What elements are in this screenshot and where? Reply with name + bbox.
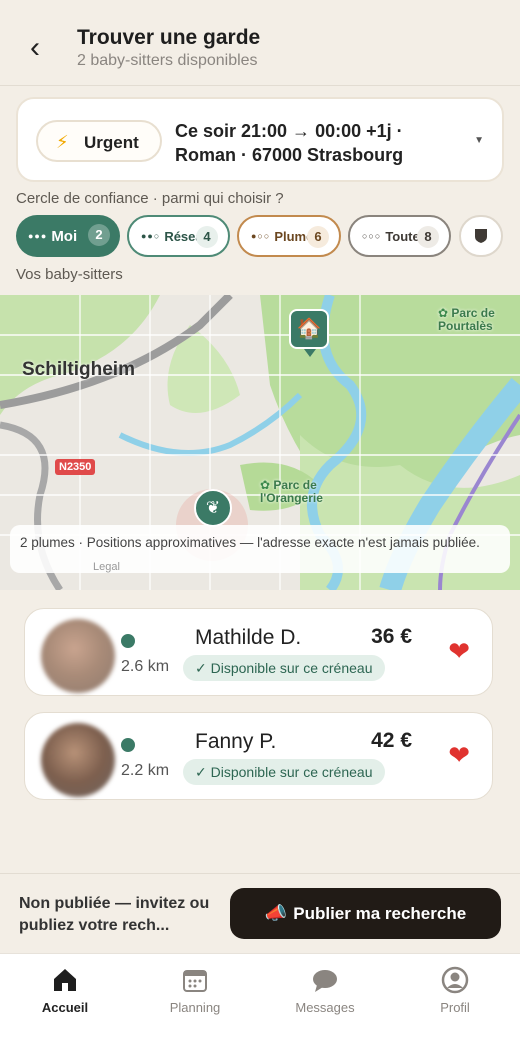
- dots-icon: ●●●: [28, 231, 48, 241]
- shield-icon: [475, 229, 487, 243]
- tree-icon: ✿: [438, 306, 452, 320]
- search-time: Ce soir 21:00 → 00:00 +1j ·: [175, 121, 403, 141]
- filter-chip-shield[interactable]: [459, 215, 503, 257]
- park-label-pourtales: ✿ Parc de Pourtalès: [438, 307, 495, 333]
- chip-count: 4: [196, 226, 218, 248]
- home-icon: [54, 969, 76, 991]
- filter-chip-toutes[interactable]: ○○○ Toutes 8: [348, 215, 451, 257]
- publish-button-label: Publier ma recherche: [293, 903, 467, 923]
- dots-icon: ●●○: [141, 231, 161, 241]
- sitter-name: Fanny P.: [195, 730, 277, 753]
- urgent-button[interactable]: ⚡ Urgent: [36, 120, 162, 162]
- map-view[interactable]: Schiltigheim N2350 ✿ Parc de Pourtalès ✿…: [0, 295, 520, 590]
- map-legal-link[interactable]: Legal: [93, 561, 120, 573]
- sitter-price: 36 €: [371, 625, 412, 648]
- leaf-pin-icon[interactable]: ❦: [194, 489, 232, 527]
- online-status-dot: [121, 634, 135, 648]
- map-privacy-note: 2 plumes · Positions approximatives — l'…: [10, 525, 510, 573]
- back-chevron-icon[interactable]: ‹: [30, 33, 54, 64]
- trust-circle-filters: ●●● Moi 2 ●●○ Réseau 4 ●○○ Plume 6 ○○○ T…: [16, 215, 520, 259]
- avatar: [41, 619, 115, 693]
- urgent-label: Urgent: [84, 133, 139, 152]
- heart-icon[interactable]: ❤: [448, 740, 470, 771]
- sitter-distance: 2.6 km: [121, 658, 170, 675]
- search-when-where: Ce soir 21:00 → 00:00 +1j · Roman · 6700…: [175, 119, 465, 167]
- sitter-card[interactable]: Mathilde D. 36 € 2.6 km ✓ Disponible sur…: [24, 608, 493, 696]
- road-badge: N2350: [55, 459, 96, 475]
- availability-badge: ✓ Disponible sur ce créneau: [183, 655, 385, 681]
- sitter-list: Mathilde D. 36 € 2.6 km ✓ Disponible sur…: [0, 590, 520, 875]
- chip-count: 2: [88, 224, 110, 246]
- avatar: [41, 723, 115, 797]
- tab-label: Messages: [295, 1000, 355, 1015]
- filter-chip-moi[interactable]: ●●● Moi 2: [16, 215, 120, 257]
- chip-label: Moi: [51, 227, 78, 245]
- tab-profil[interactable]: Profil: [400, 966, 510, 1015]
- trust-circle-label: Cercle de confiance · parmi qui choisir …: [16, 190, 284, 207]
- dots-icon: ●○○: [251, 231, 271, 241]
- chat-icon: [313, 970, 337, 992]
- chip-count: 6: [307, 226, 329, 248]
- sitters-section-label: Vos baby-sitters: [16, 266, 123, 283]
- lightning-icon: ⚡: [56, 132, 69, 152]
- filter-chip-reseau[interactable]: ●●○ Réseau 4: [127, 215, 230, 257]
- publish-bar: Non publiée — invitez ou publiez votre r…: [0, 873, 520, 953]
- home-pin-icon[interactable]: 🏠: [289, 309, 329, 357]
- header: ‹ Trouver une garde 2 baby-sitters dispo…: [0, 0, 520, 86]
- heart-icon[interactable]: ❤: [448, 636, 470, 667]
- page-subtitle: 2 baby-sitters disponibles: [77, 52, 258, 69]
- online-status-dot: [121, 738, 135, 752]
- publish-search-button[interactable]: 📣 Publier ma recherche: [230, 888, 501, 939]
- tab-label: Profil: [440, 1000, 470, 1015]
- tab-label: Planning: [169, 1000, 221, 1015]
- dots-icon: ○○○: [362, 231, 382, 241]
- tab-label: Accueil: [41, 1000, 89, 1015]
- availability-badge: ✓ Disponible sur ce créneau: [183, 759, 385, 785]
- dropdown-caret-icon[interactable]: ▼: [474, 135, 484, 146]
- park-label-orangerie: ✿ Parc de l'Orangerie: [260, 479, 323, 505]
- page-title: Trouver une garde: [77, 26, 261, 49]
- search-summary-card[interactable]: ⚡ Urgent Ce soir 21:00 → 00:00 +1j · Rom…: [16, 97, 504, 182]
- tree-icon: ✿: [260, 478, 274, 492]
- search-location: Roman · 67000 Strasbourg: [175, 145, 404, 165]
- publish-status-text: Non publiée — invitez ou publiez votre r…: [19, 895, 210, 934]
- tab-messages[interactable]: Messages: [270, 966, 380, 1015]
- chip-count: 8: [417, 226, 439, 248]
- tab-planning[interactable]: Planning: [140, 966, 250, 1015]
- sitter-name: Mathilde D.: [195, 626, 302, 649]
- megaphone-icon: 📣: [264, 903, 288, 923]
- map-city-label: Schiltigheim: [22, 359, 135, 380]
- bottom-tab-bar: Accueil Planning Messages Profil: [0, 953, 520, 1061]
- calendar-icon: [183, 970, 207, 992]
- sitter-price: 42 €: [371, 729, 412, 752]
- sitter-card[interactable]: Fanny P. 42 € 2.2 km ✓ Disponible sur ce…: [24, 712, 493, 800]
- sitter-distance: 2.2 km: [121, 762, 170, 779]
- user-icon: [441, 966, 469, 994]
- filter-chip-plume[interactable]: ●○○ Plume 6: [237, 215, 341, 257]
- tab-accueil[interactable]: Accueil: [10, 966, 120, 1015]
